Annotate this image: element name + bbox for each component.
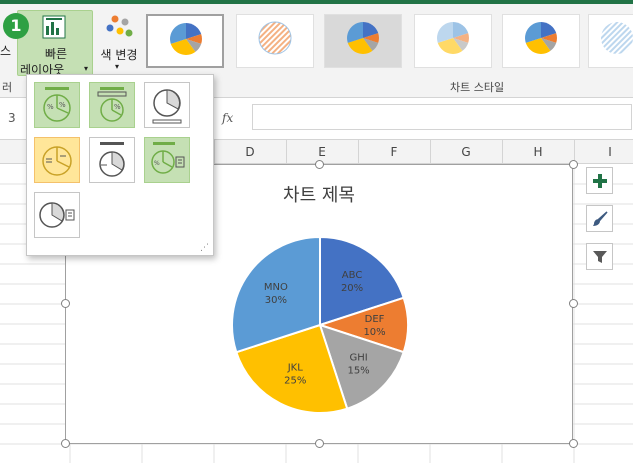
pie-layout-icon: % [97, 87, 127, 122]
column-separator [430, 140, 431, 164]
column-header-i[interactable]: I [600, 145, 620, 159]
pie-label-category: DEF [365, 314, 385, 325]
pie-label-category: JKL [287, 363, 304, 374]
pie-label-percent: 20% [341, 283, 363, 294]
quick-layout-icon [42, 15, 66, 39]
layout-option-5[interactable] [89, 137, 135, 183]
pie-layout-icon [39, 202, 75, 228]
fx-icon[interactable]: fx [222, 111, 233, 125]
pie-label-category: MNO [264, 282, 288, 293]
layout-option-1[interactable]: % % [34, 82, 80, 128]
column-separator [358, 140, 359, 164]
quick-layout-button[interactable]: 빠른 레이아웃 ▾ [17, 10, 93, 77]
pie-layout-icon: % [151, 142, 185, 174]
group-label-fragment: 러 [2, 81, 13, 94]
chart-filters-button[interactable] [586, 243, 613, 270]
resize-handle[interactable] [569, 160, 578, 169]
resize-handle[interactable] [569, 439, 578, 448]
gallery-resize-grip[interactable]: ⋰ [200, 243, 209, 253]
column-header-g[interactable]: G [456, 145, 476, 159]
chart-styles-button[interactable] [586, 205, 613, 232]
pie-layout-icon [99, 142, 125, 177]
pie-label-percent: 15% [347, 366, 369, 377]
resize-handle[interactable] [315, 439, 324, 448]
column-header-d[interactable]: D [240, 145, 260, 159]
quick-layout-label-1: 빠른 [44, 47, 68, 61]
resize-handle[interactable] [61, 299, 70, 308]
filter-icon [593, 251, 607, 263]
column-separator [214, 140, 215, 164]
group-label-chart-styles: 차트 스타일 [450, 81, 505, 94]
layout-option-2[interactable]: % [89, 82, 135, 128]
pie-thumb-icon [170, 23, 202, 55]
resize-handle[interactable] [569, 299, 578, 308]
svg-text:%: % [47, 103, 54, 111]
quick-layout-gallery: % % % % ⋰ [26, 74, 214, 256]
column-header-f[interactable]: F [384, 145, 404, 159]
chart-style-1[interactable] [146, 14, 224, 68]
pie-layout-icon [42, 146, 72, 176]
chart-style-5[interactable] [502, 14, 580, 68]
pie-thumb-icon [437, 22, 469, 54]
chevron-down-icon: ▾ [115, 62, 120, 71]
chart-style-4[interactable] [414, 14, 492, 68]
layout-option-6[interactable]: % [144, 137, 190, 183]
svg-text:%: % [154, 160, 160, 167]
svg-text:%: % [59, 101, 66, 109]
pie-thumb-icon [347, 22, 379, 54]
palette-icon [106, 15, 133, 37]
pie-layout-icon [152, 89, 182, 124]
row-fragment: 3 [8, 111, 16, 125]
resize-handle[interactable] [315, 160, 324, 169]
column-header-h[interactable]: H [528, 145, 548, 159]
pie-label-percent: 30% [265, 295, 287, 306]
step-badge: 1 [3, 13, 29, 39]
brush-icon [593, 211, 608, 226]
chart-style-3[interactable] [324, 14, 402, 68]
column-separator [502, 140, 503, 164]
pie-layout-icon: % % [43, 87, 71, 122]
pie-label-category: ABC [342, 270, 363, 281]
change-colors-button[interactable]: 색 변경 ▾ [95, 12, 143, 76]
layout-option-7[interactable] [34, 192, 80, 238]
pie-label-percent: 10% [363, 327, 385, 338]
resize-handle[interactable] [61, 439, 70, 448]
change-colors-label: 색 변경 [100, 48, 138, 62]
pie-thumb-icon [258, 21, 292, 55]
layout-option-3[interactable] [144, 82, 190, 128]
column-separator [286, 140, 287, 164]
pie-label-percent: 25% [284, 376, 306, 387]
pie-thumb-icon [525, 22, 557, 54]
plus-icon [593, 174, 607, 188]
column-header-e[interactable]: E [312, 145, 332, 159]
ribbon: 스 빠른 레이아웃 ▾ 1 색 변경 ▾ [0, 4, 633, 77]
pie-label-category: GHI [349, 353, 367, 364]
chart-elements-button[interactable] [586, 167, 613, 194]
svg-text:%: % [114, 103, 121, 111]
ribbon-left-fragment: 스 [0, 44, 12, 58]
chevron-down-icon: ▾ [84, 64, 89, 73]
chart-style-2[interactable] [236, 14, 314, 68]
layout-option-4[interactable] [34, 137, 80, 183]
formula-input[interactable] [252, 104, 632, 130]
chart-style-6[interactable] [588, 14, 633, 68]
pie-thumb-icon [601, 22, 633, 54]
